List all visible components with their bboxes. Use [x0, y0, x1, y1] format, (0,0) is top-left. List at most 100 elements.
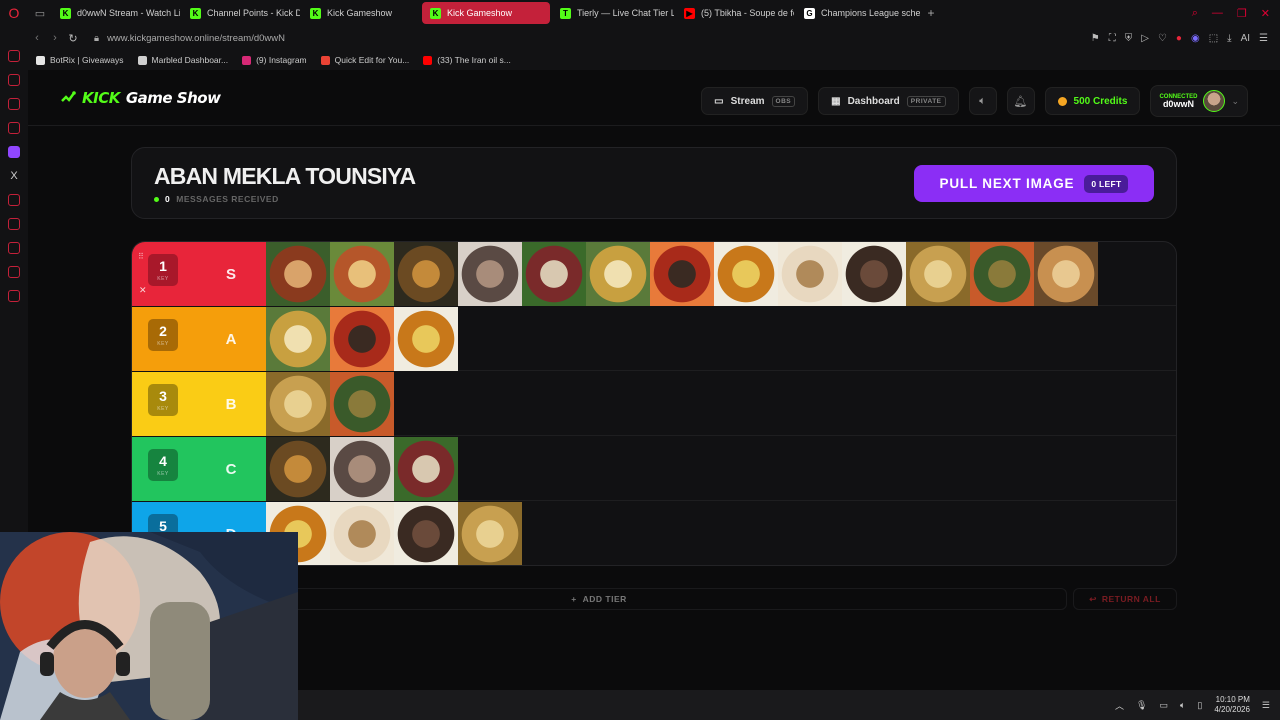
tier-key-badge[interactable]: 3 KEY: [148, 384, 178, 416]
mic-icon[interactable]: 🎙︎: [1136, 700, 1147, 711]
food-image[interactable]: [394, 437, 458, 501]
play-icon[interactable]: ▷: [1141, 33, 1149, 44]
volume-icon[interactable]: 🔈︎: [1180, 700, 1185, 711]
url-field[interactable]: 🔒︎ www.kickgameshow.online/stream/d0wwN: [94, 33, 285, 44]
network-icon[interactable]: ▭: [1159, 700, 1168, 711]
tier-label[interactable]: A: [196, 307, 266, 371]
heart-icon[interactable]: ♡: [1158, 33, 1167, 44]
account-menu[interactable]: CONNECTED d0wwN ⌄: [1150, 85, 1248, 117]
pull-next-image-button[interactable]: PULL NEXT IMAGE 0 LEFT: [914, 165, 1154, 202]
wallet-icon[interactable]: ◉: [1191, 33, 1200, 44]
food-image[interactable]: [842, 242, 906, 306]
battery-icon[interactable]: ▯: [1197, 700, 1202, 711]
maximize-icon[interactable]: ❐: [1237, 7, 1247, 20]
food-image[interactable]: [266, 242, 330, 306]
tier-image-slot[interactable]: [266, 242, 1098, 306]
whatsapp-icon[interactable]: [8, 98, 20, 110]
bookmark-icon[interactable]: ⚑: [1091, 33, 1100, 44]
twitch-icon[interactable]: [8, 146, 20, 158]
history-icon[interactable]: [8, 218, 20, 230]
food-image[interactable]: [394, 502, 458, 565]
snapshot-icon[interactable]: ⛶: [1109, 33, 1116, 44]
search-tabs-icon[interactable]: ⌕: [1192, 7, 1198, 20]
food-image[interactable]: [266, 437, 330, 501]
extension-sidebar-icon[interactable]: [8, 194, 20, 206]
credits-badge[interactable]: 500 Credits: [1044, 87, 1141, 115]
food-image[interactable]: [266, 372, 330, 436]
return-all-button[interactable]: ↩ RETURN ALL: [1073, 588, 1177, 610]
close-icon[interactable]: ✕: [1261, 7, 1270, 20]
food-image[interactable]: [522, 242, 586, 306]
x-icon[interactable]: X: [8, 170, 20, 182]
chevron-up-icon[interactable]: ︿: [1115, 699, 1124, 712]
notes-icon[interactable]: [8, 122, 20, 134]
food-image[interactable]: [394, 307, 458, 371]
stream-button[interactable]: ▭ Stream OBS: [701, 87, 809, 115]
settings-icon[interactable]: [8, 290, 20, 302]
shield-icon[interactable]: ⛨: [1125, 33, 1133, 44]
tier-label[interactable]: C: [196, 437, 266, 501]
clock-icon[interactable]: [8, 242, 20, 254]
tier-label[interactable]: B: [196, 372, 266, 436]
drag-handle-icon[interactable]: ⠿: [138, 252, 144, 261]
minimize-icon[interactable]: —: [1212, 7, 1223, 20]
notifications-button[interactable]: 🔔︎: [1006, 87, 1035, 115]
food-image[interactable]: [650, 242, 714, 306]
dashboard-button[interactable]: ▦ Dashboard PRIVATE: [818, 87, 959, 115]
sound-button[interactable]: 🔈︎: [968, 87, 997, 115]
reload-icon[interactable]: ↻: [64, 32, 82, 45]
download-icon[interactable]: ⤓: [1227, 33, 1231, 44]
browser-tab[interactable]: K Kick Gameshow: [422, 2, 550, 24]
browser-tab[interactable]: K Channel Points - Kick Das: [182, 2, 300, 24]
tier-key-badge[interactable]: 4 KEY: [148, 449, 178, 481]
back-icon[interactable]: ‹: [28, 32, 46, 44]
forward-icon[interactable]: ›: [46, 32, 64, 44]
tier-image-slot[interactable]: [266, 372, 394, 436]
delete-tier-icon[interactable]: ✕: [139, 285, 147, 296]
browser-tab[interactable]: ▶ (5) Tbikha - Soupe de fèv: [676, 2, 794, 24]
bookmark-item[interactable]: Marbled Dashboar...: [137, 55, 228, 65]
food-image[interactable]: [970, 242, 1034, 306]
tier-key-badge[interactable]: 1 KEY: [148, 254, 178, 286]
clock[interactable]: 10:10 PM 4/20/2026: [1214, 695, 1250, 715]
food-image[interactable]: [906, 242, 970, 306]
extension-icon[interactable]: ●: [1176, 33, 1182, 44]
food-image[interactable]: [586, 242, 650, 306]
notifications-taskbar-icon[interactable]: ☰: [1262, 700, 1270, 711]
tier-label[interactable]: S: [196, 242, 266, 306]
browser-tab[interactable]: Kd0wwN Stream - Watch Li: [52, 2, 180, 24]
tier-image-slot[interactable]: [266, 307, 458, 371]
food-image[interactable]: [330, 372, 394, 436]
tier-image-slot[interactable]: [266, 437, 458, 501]
pinboard-icon[interactable]: [8, 266, 20, 278]
food-image[interactable]: [778, 242, 842, 306]
browser-tab[interactable]: G Champions League schedu: [796, 2, 920, 24]
food-image[interactable]: [458, 502, 522, 565]
food-image[interactable]: [330, 437, 394, 501]
browser-tab[interactable]: T Tierly — Live Chat Tier Li: [552, 2, 674, 24]
food-image[interactable]: [330, 307, 394, 371]
music-icon[interactable]: [8, 74, 20, 86]
bookmark-item[interactable]: (33) The Iran oil s...: [423, 55, 511, 65]
puzzle-icon[interactable]: ⬚: [1209, 33, 1218, 44]
food-image[interactable]: [714, 242, 778, 306]
menu-icon[interactable]: ☰: [1259, 33, 1268, 44]
tier-image-slot[interactable]: [266, 502, 522, 565]
new-tab-icon[interactable]: +: [922, 4, 940, 22]
food-image[interactable]: [266, 307, 330, 371]
food-image[interactable]: [458, 242, 522, 306]
food-image[interactable]: [330, 502, 394, 565]
opera-logo-icon[interactable]: O: [0, 0, 28, 26]
food-image[interactable]: [330, 242, 394, 306]
messenger-icon[interactable]: [8, 50, 20, 62]
ai-icon[interactable]: AI: [1241, 33, 1250, 44]
food-image[interactable]: [394, 242, 458, 306]
bookmark-item[interactable]: BotRix | Giveaways: [36, 55, 124, 65]
food-image[interactable]: [1034, 242, 1098, 306]
browser-tab[interactable]: K Kick Gameshow: [302, 2, 420, 24]
bookmark-item[interactable]: Quick Edit for You...: [320, 55, 409, 65]
tab-overview-icon[interactable]: ▭: [28, 0, 52, 26]
bookmark-item[interactable]: (9) Instagram: [242, 55, 307, 65]
tier-key-badge[interactable]: 2 KEY: [148, 319, 178, 351]
brand-logo[interactable]: KICK Game Show: [60, 89, 221, 107]
